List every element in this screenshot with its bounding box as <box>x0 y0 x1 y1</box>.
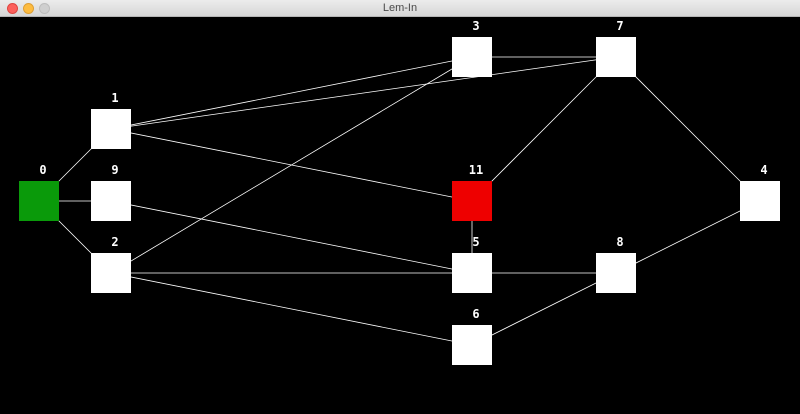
room-box-5 <box>452 253 492 293</box>
link-1-3 <box>110 56 473 130</box>
room-box-4 <box>740 181 780 221</box>
room-8: 8 <box>596 235 636 293</box>
room-label-6: 6 <box>472 307 479 321</box>
link-7-4 <box>615 56 761 202</box>
room-0: 0 <box>19 163 59 221</box>
room-box-11 <box>452 181 492 221</box>
link-2-3 <box>110 56 473 274</box>
link-2-6 <box>110 272 473 346</box>
room-box-1 <box>91 109 131 149</box>
room-2: 2 <box>91 235 131 293</box>
ant-farm-graph: 0 1 9 2 3 7 11 5 6 8 4 <box>19 19 780 365</box>
link-6-8 <box>471 272 617 346</box>
room-box-6 <box>452 325 492 365</box>
link-7-11 <box>471 56 617 202</box>
link-8-4 <box>615 200 761 274</box>
room-label-5: 5 <box>472 235 479 249</box>
room-7: 7 <box>596 19 636 77</box>
app-window: Lem-In 0 1 9 2 3 7 11 5 6 8 4 <box>0 0 800 414</box>
room-box-2 <box>91 253 131 293</box>
room-box-7 <box>596 37 636 77</box>
rooms-layer: 0 1 9 2 3 7 11 5 6 8 4 <box>19 19 780 365</box>
room-1: 1 <box>91 91 131 149</box>
room-label-7: 7 <box>616 19 623 33</box>
links-layer <box>38 56 761 346</box>
room-label-3: 3 <box>472 19 479 33</box>
room-label-8: 8 <box>616 235 623 249</box>
window-title: Lem-In <box>382 2 418 14</box>
room-label-9: 9 <box>111 163 118 177</box>
room-label-1: 1 <box>111 91 118 105</box>
room-11: 11 <box>452 163 492 221</box>
room-5: 5 <box>452 235 492 293</box>
room-label-11: 11 <box>469 163 483 177</box>
room-6: 6 <box>452 307 492 365</box>
link-9-5 <box>110 200 473 274</box>
room-box-3 <box>452 37 492 77</box>
room-3: 3 <box>452 19 492 77</box>
room-box-8 <box>596 253 636 293</box>
title-bar[interactable]: Lem-In <box>0 0 800 17</box>
room-label-2: 2 <box>111 235 118 249</box>
room-4: 4 <box>740 163 780 221</box>
room-box-0 <box>19 181 59 221</box>
room-label-0: 0 <box>39 163 46 177</box>
room-9: 9 <box>91 163 131 221</box>
room-label-4: 4 <box>760 163 767 177</box>
graph-canvas: 0 1 9 2 3 7 11 5 6 8 4 <box>0 17 800 414</box>
room-box-9 <box>91 181 131 221</box>
link-1-7 <box>110 56 617 130</box>
